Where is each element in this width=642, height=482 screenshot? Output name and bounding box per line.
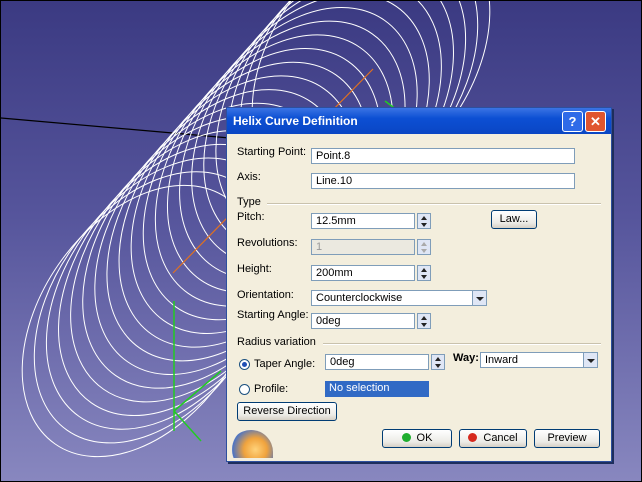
cancel-button[interactable]: Cancel xyxy=(459,429,527,448)
taper-angle-radio[interactable] xyxy=(239,359,250,370)
ok-button[interactable]: OK xyxy=(382,429,452,448)
taper-angle-label: Taper Angle: xyxy=(254,358,316,370)
height-spinner[interactable] xyxy=(417,265,431,281)
profile-radio[interactable] xyxy=(239,384,250,395)
cancel-button-label: Cancel xyxy=(483,432,518,444)
profile-field[interactable]: No selection xyxy=(325,381,429,397)
radius-separator xyxy=(323,343,601,345)
cancel-icon xyxy=(468,433,478,442)
pitch-field[interactable]: 12.5mm xyxy=(311,213,415,229)
preview-button[interactable]: Preview xyxy=(534,429,600,448)
type-group-label: Type xyxy=(237,196,261,208)
dialog-titlebar[interactable]: Helix Curve Definition ? ✕ xyxy=(227,108,611,134)
reverse-direction-button[interactable]: Reverse Direction xyxy=(237,402,337,421)
starting-point-field[interactable]: Point.8 xyxy=(311,148,575,164)
ok-icon xyxy=(401,433,411,442)
reference-line xyxy=(1,117,242,140)
type-separator xyxy=(267,203,601,205)
height-label: Height: xyxy=(237,263,272,275)
help-button[interactable]: ? xyxy=(562,111,583,132)
taper-angle-field[interactable]: 0deg xyxy=(325,354,429,370)
starting-angle-field[interactable]: 0deg xyxy=(311,313,415,329)
axis-field[interactable]: Line.10 xyxy=(311,173,575,189)
pitch-spinner[interactable] xyxy=(417,213,431,229)
revolutions-label: Revolutions: xyxy=(237,237,298,249)
taper-angle-spinner[interactable] xyxy=(431,354,445,370)
axis-label: Axis: xyxy=(237,171,261,183)
revolutions-spinner[interactable] xyxy=(417,239,431,255)
starting-point-label: Starting Point: xyxy=(237,146,307,158)
ok-button-label: OK xyxy=(416,432,433,444)
starting-angle-label: Starting Angle: xyxy=(237,309,309,321)
orientation-label: Orientation: xyxy=(237,289,294,301)
helix-curve-dialog: Helix Curve Definition ? ✕ Starting Poin… xyxy=(226,107,612,462)
way-dropdown-icon[interactable] xyxy=(583,352,598,368)
profile-label: Profile: xyxy=(254,383,289,395)
close-button[interactable]: ✕ xyxy=(585,111,606,132)
law-button[interactable]: Law... xyxy=(491,210,537,229)
radius-group-label: Radius variation xyxy=(237,336,316,348)
pitch-label: Pitch: xyxy=(237,211,265,223)
orientation-select[interactable]: Counterclockwise xyxy=(311,290,473,306)
way-label: Way: xyxy=(453,352,479,364)
orientation-dropdown-icon[interactable] xyxy=(472,290,487,306)
height-field[interactable]: 200mm xyxy=(311,265,415,281)
way-select[interactable]: Inward xyxy=(480,352,584,368)
catia-logo-icon xyxy=(229,430,273,458)
starting-angle-spinner[interactable] xyxy=(417,313,431,329)
revolutions-field[interactable]: 1 xyxy=(311,239,415,255)
dialog-title: Helix Curve Definition xyxy=(233,114,358,128)
